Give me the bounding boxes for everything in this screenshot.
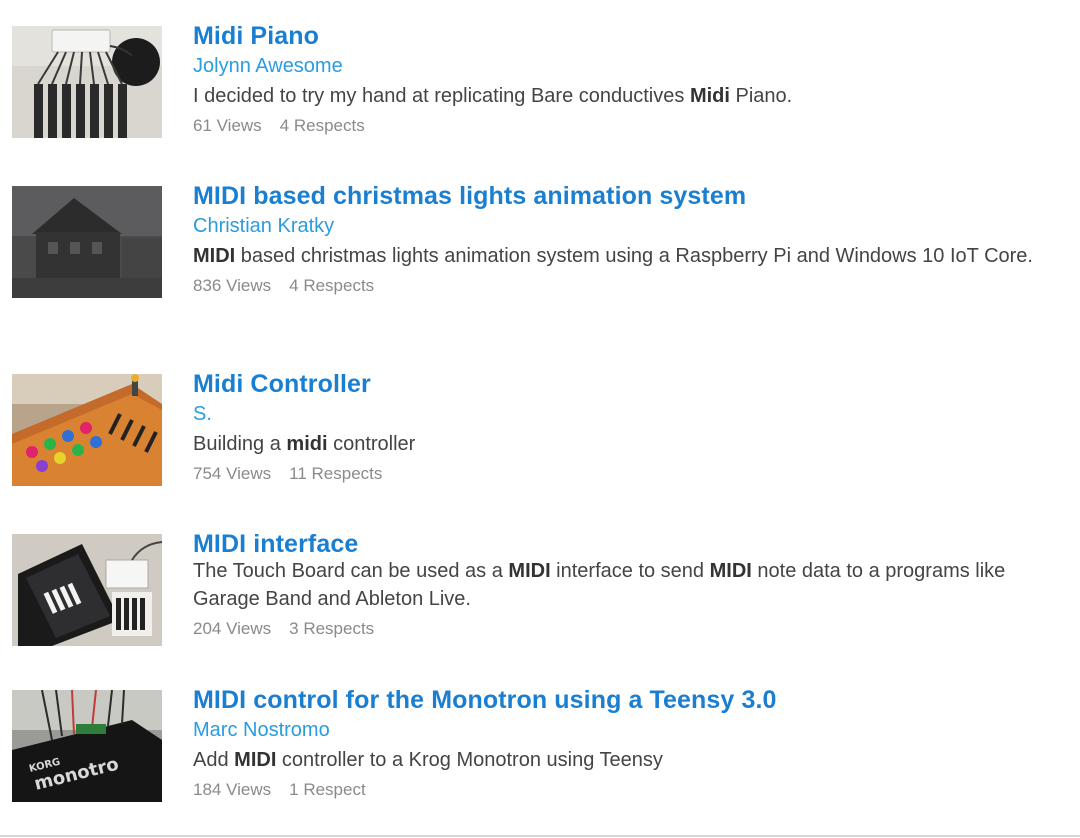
description-text: Add [193, 749, 235, 771]
description-text: The Touch Board can be used as a [193, 560, 509, 582]
description-text: Piano. [729, 85, 793, 107]
project-description: Add MIDI controller to a Krog Monotron u… [193, 746, 1033, 774]
views-count: 754 Views [193, 464, 272, 483]
project-info: MIDI control for the Monotron using a Te… [193, 685, 1033, 802]
project-info: MIDI interface The Touch Board can be us… [193, 529, 1033, 641]
project-description: MIDI based christmas lights animation sy… [193, 242, 1033, 270]
project-thumbnail[interactable] [12, 186, 162, 298]
highlighted-keyword: MIDI [508, 560, 551, 582]
bottom-divider [0, 835, 1080, 837]
project-description: The Touch Board can be used as a MIDI in… [193, 557, 1033, 613]
project-description: Building a midi controller [193, 430, 1033, 458]
highlighted-keyword: Midi [689, 85, 730, 107]
project-author-link[interactable]: Marc Nostromo [193, 715, 1033, 745]
description-text: based christmas lights animation system … [235, 245, 1033, 267]
project-info: Midi Piano Jolynn Awesome I decided to t… [193, 21, 1033, 138]
respects-count: 4 Respects [289, 276, 375, 295]
project-stats: 184 Views 1 Respect [193, 778, 1033, 802]
project-info: Midi Controller S. Building a midi contr… [193, 369, 1033, 486]
description-text: I decided to try my hand at replicating … [193, 85, 690, 107]
description-text: controller to a Krog Monotron using Teen… [276, 749, 663, 771]
project-title-link[interactable]: MIDI control for the Monotron using a Te… [193, 685, 1033, 715]
project-author-link[interactable]: S. [193, 399, 1033, 429]
project-stats: 204 Views 3 Respects [193, 617, 1033, 641]
project-description: I decided to try my hand at replicating … [193, 82, 1033, 110]
project-thumbnail[interactable] [12, 374, 162, 486]
highlighted-keyword: MIDI [709, 560, 752, 582]
respects-count: 4 Respects [279, 116, 365, 135]
respects-count: 11 Respects [289, 464, 383, 483]
project-results-list: Midi Piano Jolynn Awesome I decided to t… [0, 0, 1080, 838]
project-stats: 836 Views 4 Respects [193, 274, 1033, 298]
project-title-link[interactable]: MIDI interface [193, 529, 1033, 559]
project-title-link[interactable]: MIDI based christmas lights animation sy… [193, 181, 1033, 211]
project-info: MIDI based christmas lights animation sy… [193, 181, 1033, 298]
project-title-link[interactable]: Midi Controller [193, 369, 1033, 399]
midi-interface-image [12, 534, 162, 646]
project-author-link[interactable]: Christian Kratky [193, 211, 1033, 241]
respects-count: 1 Respect [289, 780, 366, 799]
project-author-link[interactable]: Jolynn Awesome [193, 51, 1033, 81]
views-count: 184 Views [193, 780, 272, 799]
views-count: 61 Views [193, 116, 262, 135]
project-thumbnail[interactable]: KORG monotro [12, 690, 162, 802]
project-thumbnail[interactable] [12, 26, 162, 138]
views-count: 836 Views [193, 276, 272, 295]
christmas-lights-house-image [12, 186, 162, 298]
highlighted-keyword: midi [286, 433, 328, 455]
description-text: controller [327, 433, 416, 455]
description-text: Building a [193, 433, 287, 455]
midi-controller-image [12, 374, 162, 486]
views-count: 204 Views [193, 619, 272, 638]
midi-piano-image [12, 26, 162, 138]
respects-count: 3 Respects [289, 619, 375, 638]
description-text: interface to send [550, 560, 710, 582]
project-stats: 61 Views 4 Respects [193, 114, 1033, 138]
project-thumbnail[interactable] [12, 534, 162, 646]
highlighted-keyword: MIDI [234, 749, 277, 771]
monotron-teensy-image: KORG monotro [12, 690, 162, 802]
project-title-link[interactable]: Midi Piano [193, 21, 1033, 51]
highlighted-keyword: MIDI [193, 245, 236, 267]
project-stats: 754 Views 11 Respects [193, 462, 1033, 486]
